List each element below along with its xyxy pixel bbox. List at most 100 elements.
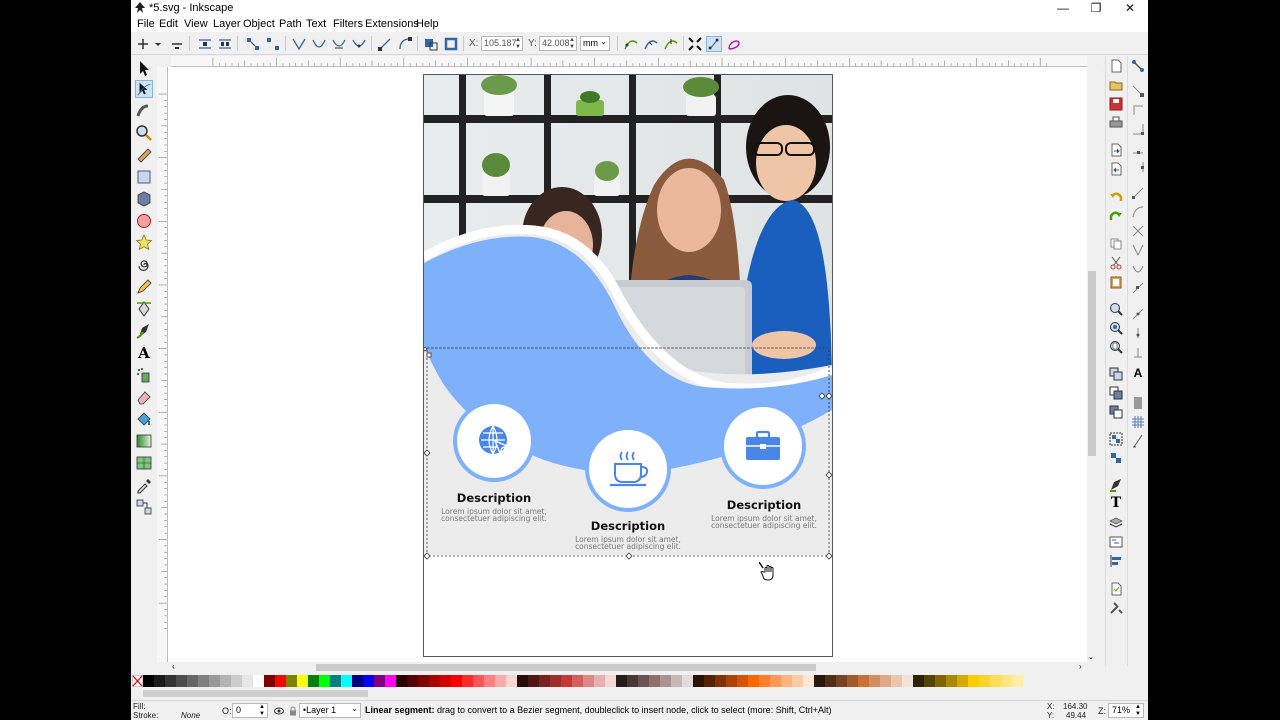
palette-swatch[interactable] <box>979 675 990 687</box>
palette-swatch[interactable] <box>616 675 627 687</box>
menu-object[interactable]: Object <box>243 18 275 30</box>
description-heading-3[interactable]: Description <box>714 498 814 512</box>
rectangle-tool-icon[interactable] <box>135 168 153 186</box>
snap-path-icon[interactable] <box>1131 205 1145 219</box>
palette-swatch[interactable] <box>902 675 913 687</box>
close-button[interactable]: ✕ <box>1115 0 1145 17</box>
maximize-button[interactable]: ❐ <box>1081 0 1111 17</box>
paint-bucket-tool-icon[interactable] <box>135 410 153 428</box>
snap-intersection-icon[interactable] <box>1131 224 1145 238</box>
palette-swatch[interactable] <box>231 675 242 687</box>
minimize-button[interactable]: — <box>1048 0 1078 17</box>
new-document-icon[interactable] <box>1109 59 1123 73</box>
y-coordinate-input[interactable]: 42.008 ▲ ▼ <box>539 36 577 51</box>
snap-page-border-icon[interactable] <box>1131 396 1145 410</box>
menu-layer[interactable]: Layer <box>213 18 241 30</box>
snap-bbox-midpoint-icon[interactable] <box>1131 141 1145 155</box>
palette-swatch[interactable] <box>550 675 561 687</box>
description-text-2b[interactable]: consectetuer adipiscing elit. <box>563 543 693 551</box>
palette-swatch[interactable] <box>693 675 704 687</box>
text-font-icon[interactable]: T <box>1109 496 1123 510</box>
palette-swatch[interactable] <box>275 675 286 687</box>
tweak-tool-icon[interactable] <box>135 102 153 120</box>
export-icon[interactable] <box>1109 162 1123 176</box>
horizontal-ruler[interactable] <box>171 56 1093 67</box>
stroke-value[interactable]: None <box>181 711 200 720</box>
paste-icon[interactable] <box>1109 275 1123 289</box>
palette-swatch[interactable] <box>1012 675 1023 687</box>
palette-swatch[interactable] <box>990 675 1001 687</box>
menu-help[interactable]: Help <box>416 18 439 30</box>
snap-cusp-icon[interactable] <box>1131 243 1145 257</box>
drawing-canvas[interactable]: Description Lorem ipsum dolor sit amet, … <box>168 67 1087 662</box>
show-clip-path-icon[interactable] <box>623 36 639 52</box>
delete-node-icon[interactable] <box>169 36 185 52</box>
x-coordinate-input[interactable]: 105.187 ▲ ▼ <box>481 36 523 51</box>
palette-swatch[interactable] <box>770 675 781 687</box>
palette-swatch[interactable] <box>451 675 462 687</box>
eraser-tool-icon[interactable] <box>135 388 153 406</box>
palette-swatch[interactable] <box>495 675 506 687</box>
palette-swatch[interactable] <box>792 675 803 687</box>
show-transform-handles-icon[interactable] <box>687 36 703 52</box>
import-icon[interactable] <box>1109 143 1123 157</box>
ellipse-tool-icon[interactable] <box>135 212 153 230</box>
horizontal-scroll-thumb[interactable] <box>316 664 816 671</box>
vertical-scroll-thumb[interactable] <box>1088 271 1096 456</box>
preferences-icon[interactable] <box>1109 601 1123 615</box>
scroll-down-arrow[interactable]: ⌄ <box>1088 653 1094 661</box>
palette-swatch[interactable] <box>363 675 374 687</box>
align-distribute-icon[interactable] <box>1109 554 1123 568</box>
copy-icon[interactable] <box>1109 237 1123 251</box>
menu-filters[interactable]: Filters <box>333 18 363 30</box>
palette-swatches[interactable] <box>143 675 1023 687</box>
cut-icon[interactable] <box>1109 256 1123 270</box>
palette-swatch[interactable] <box>825 675 836 687</box>
node-tool-icon[interactable] <box>135 80 153 98</box>
break-path-icon[interactable] <box>217 36 233 52</box>
redo-icon[interactable] <box>1109 209 1123 223</box>
color-palette[interactable] <box>131 674 1148 688</box>
palette-swatch[interactable] <box>594 675 605 687</box>
palette-swatch[interactable] <box>748 675 759 687</box>
show-handles-icon[interactable] <box>706 36 722 52</box>
layer-visibility-icon[interactable] <box>274 706 284 716</box>
unit-select[interactable]: mm ⌄ <box>580 36 610 51</box>
palette-swatch[interactable] <box>737 675 748 687</box>
palette-swatch[interactable] <box>253 675 264 687</box>
selector-tool-icon[interactable] <box>135 59 153 77</box>
snap-bbox-corner-icon[interactable] <box>1131 122 1145 136</box>
palette-swatch[interactable] <box>638 675 649 687</box>
palette-swatch[interactable] <box>440 675 451 687</box>
palette-swatch[interactable] <box>682 675 693 687</box>
palette-swatch[interactable] <box>308 675 319 687</box>
palette-swatch[interactable] <box>473 675 484 687</box>
palette-swatch[interactable] <box>649 675 660 687</box>
palette-swatch[interactable] <box>198 675 209 687</box>
3d-box-tool-icon[interactable] <box>135 190 153 208</box>
fill-stroke-icon[interactable] <box>1109 478 1123 492</box>
print-icon[interactable] <box>1109 116 1123 130</box>
show-path-outline-icon[interactable] <box>726 36 742 52</box>
current-layer-select[interactable]: •Layer 1 ⌄ <box>299 703 361 718</box>
palette-swatch[interactable] <box>429 675 440 687</box>
palette-swatch[interactable] <box>528 675 539 687</box>
palette-swatch[interactable] <box>1001 675 1012 687</box>
menu-view[interactable]: View <box>184 18 208 30</box>
menu-edit[interactable]: Edit <box>159 18 178 30</box>
scroll-right-arrow[interactable]: › <box>1079 662 1082 671</box>
palette-swatch[interactable] <box>583 675 594 687</box>
palette-swatch[interactable] <box>396 675 407 687</box>
menu-path[interactable]: Path <box>279 18 302 30</box>
palette-swatch[interactable] <box>715 675 726 687</box>
vertical-scrollbar[interactable]: ⌄ <box>1087 56 1097 666</box>
snap-text-icon[interactable]: A <box>1131 366 1145 380</box>
undo-icon[interactable] <box>1109 190 1123 204</box>
palette-swatch[interactable] <box>484 675 495 687</box>
palette-swatch[interactable] <box>319 675 330 687</box>
description-heading-1[interactable]: Description <box>444 491 544 505</box>
calligraphy-tool-icon[interactable] <box>135 322 153 340</box>
zoom-tool-icon[interactable] <box>135 124 153 142</box>
palette-swatch[interactable] <box>407 675 418 687</box>
palette-swatch[interactable] <box>165 675 176 687</box>
